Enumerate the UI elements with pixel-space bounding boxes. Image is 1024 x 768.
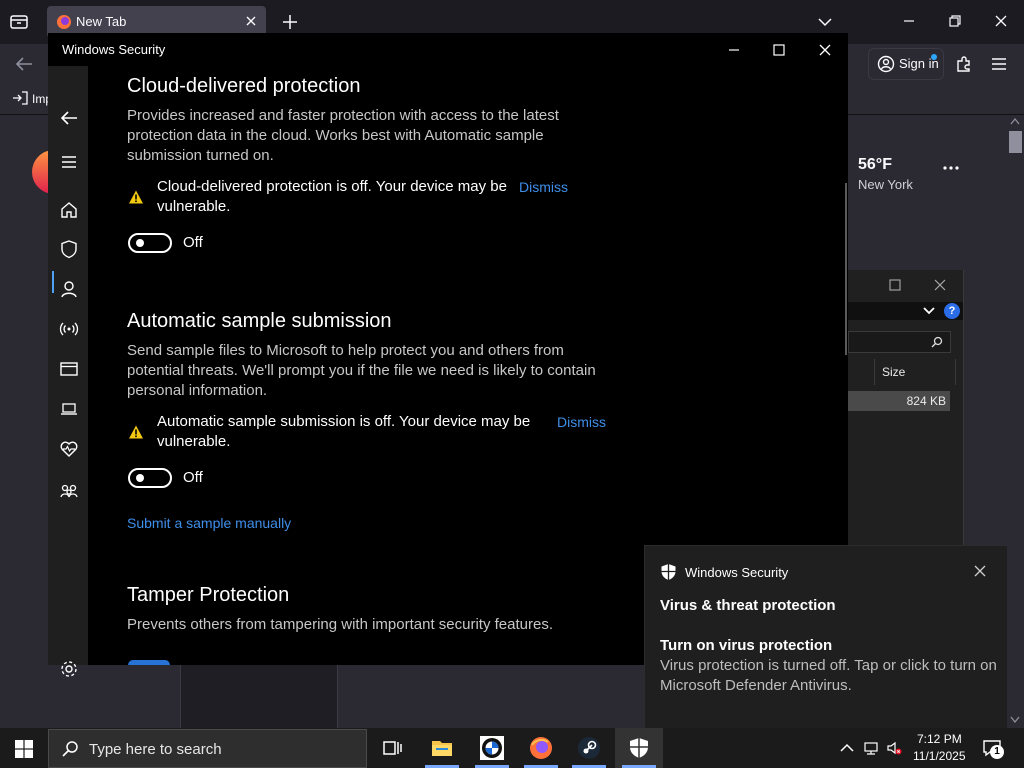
network-icon[interactable] xyxy=(863,740,879,756)
close-icon[interactable] xyxy=(816,41,834,59)
close-icon[interactable] xyxy=(933,278,947,292)
content-panel xyxy=(180,664,338,728)
shield-icon[interactable] xyxy=(58,238,80,260)
cloud-protection-warning: Cloud-delivered protection is off. Your … xyxy=(157,178,507,215)
speaker-muted-icon[interactable] xyxy=(886,740,902,756)
windows-security-icon[interactable] xyxy=(627,736,651,760)
scrollbar-thumb[interactable] xyxy=(1009,131,1022,153)
file-row[interactable]: 824 KB xyxy=(848,391,950,411)
navigation-rail xyxy=(48,66,88,677)
hamburger-menu-icon[interactable] xyxy=(58,151,80,173)
sign-in-button[interactable]: Sign in xyxy=(868,48,944,80)
health-heart-icon[interactable] xyxy=(58,438,80,460)
extensions-icon[interactable] xyxy=(955,55,973,73)
cloud-protection-heading: Cloud-delivered protection xyxy=(127,75,361,97)
submit-sample-manually-link[interactable]: Submit a sample manually xyxy=(127,515,291,531)
page-scrollbar[interactable] xyxy=(1006,115,1024,728)
scroll-up-icon[interactable] xyxy=(1010,117,1020,125)
windows-start-icon[interactable] xyxy=(14,739,34,759)
file-explorer-window: ? Size 824 KB xyxy=(848,270,964,548)
tamper-protection-toggle[interactable] xyxy=(128,660,170,665)
back-arrow-icon[interactable] xyxy=(14,55,34,73)
search-placeholder: Type here to search xyxy=(89,741,222,758)
clock-time[interactable]: 7:12 PM xyxy=(917,732,962,746)
close-icon[interactable] xyxy=(992,12,1010,30)
chevron-up-icon[interactable] xyxy=(839,740,855,756)
maximize-icon[interactable] xyxy=(888,278,902,292)
sample-submission-description: Send sample files to Microsoft to help p… xyxy=(127,342,596,399)
wireless-network-icon[interactable] xyxy=(58,318,80,340)
help-icon[interactable]: ? xyxy=(944,303,960,319)
toast-notification[interactable]: Windows Security Virus & threat protecti… xyxy=(644,545,1007,729)
account-icon[interactable] xyxy=(58,278,80,300)
minimize-icon[interactable] xyxy=(900,12,918,30)
close-tab-icon[interactable] xyxy=(243,13,259,29)
maximize-icon[interactable] xyxy=(770,41,788,59)
warning-icon xyxy=(128,424,144,440)
account-icon xyxy=(877,55,895,73)
tamper-protection-description: Prevents others from tampering with impo… xyxy=(127,616,554,633)
import-icon[interactable] xyxy=(12,91,28,105)
selected-indicator xyxy=(52,271,54,293)
taskbar-search-box[interactable]: Type here to search xyxy=(48,729,367,768)
bmw-app-icon[interactable] xyxy=(480,736,504,760)
dismiss-cloud-warning-link[interactable]: Dismiss xyxy=(519,179,568,195)
weather-location: New York xyxy=(858,177,913,192)
settings-gear-icon[interactable] xyxy=(58,658,80,680)
more-options-icon[interactable] xyxy=(941,164,961,172)
sample-submission-heading: Automatic sample submission xyxy=(127,310,392,332)
sample-toggle-state: Off xyxy=(183,469,203,486)
toast-body: Virus protection is turned off. Tap or c… xyxy=(660,657,997,694)
warning-icon xyxy=(128,189,144,205)
search-icon xyxy=(931,336,943,348)
steam-icon[interactable] xyxy=(577,736,601,760)
search-icon xyxy=(61,740,79,758)
column-header-size[interactable]: Size xyxy=(874,359,956,385)
notification-count-badge: 1 xyxy=(990,745,1004,759)
dismiss-sample-warning-link[interactable]: Dismiss xyxy=(557,414,606,430)
weather-temperature: 56°F xyxy=(858,156,892,173)
window-title: Windows Security xyxy=(62,42,166,57)
search-field[interactable] xyxy=(848,331,951,353)
restore-icon[interactable] xyxy=(946,12,964,30)
cloud-protection-toggle[interactable] xyxy=(128,233,172,253)
file-size: 824 KB xyxy=(906,394,946,408)
toggle-knob xyxy=(136,239,144,247)
toast-title: Turn on virus protection xyxy=(660,637,833,654)
laptop-icon[interactable] xyxy=(58,398,80,420)
task-view-icon[interactable] xyxy=(380,736,404,760)
chevron-down-icon[interactable] xyxy=(923,306,935,316)
tamper-protection-heading: Tamper Protection xyxy=(127,584,290,606)
file-explorer-icon[interactable] xyxy=(430,736,454,760)
sample-submission-warning: Automatic sample submission is off. Your… xyxy=(157,413,531,450)
cloud-toggle-state: Off xyxy=(183,234,203,251)
sample-submission-toggle[interactable] xyxy=(128,468,172,488)
list-all-tabs-icon[interactable] xyxy=(8,12,32,34)
toggle-knob xyxy=(136,474,144,482)
window-scrollbar[interactable] xyxy=(845,183,847,355)
firefox-icon[interactable] xyxy=(529,736,553,760)
family-icon[interactable] xyxy=(58,480,80,502)
cloud-protection-description: Provides increased and faster protection… xyxy=(127,107,559,164)
notification-dot xyxy=(931,54,937,60)
home-icon[interactable] xyxy=(58,199,80,221)
scroll-down-icon[interactable] xyxy=(1010,716,1020,724)
taskbar: Type here to search 7:12 PM 11/1/2025 1 xyxy=(0,728,1024,768)
column-label: Size xyxy=(882,365,906,379)
shield-icon xyxy=(660,563,677,581)
firefox-icon xyxy=(56,14,72,30)
clock-date[interactable]: 11/1/2025 xyxy=(913,749,966,763)
new-tab-icon[interactable] xyxy=(281,13,299,31)
app-browser-icon[interactable] xyxy=(58,358,80,380)
close-icon[interactable] xyxy=(972,563,988,579)
chevron-down-icon[interactable] xyxy=(817,14,833,30)
tab-title: New Tab xyxy=(76,14,127,29)
hamburger-menu-icon[interactable] xyxy=(990,56,1008,72)
back-arrow-icon[interactable] xyxy=(58,107,80,129)
toast-heading: Virus & threat protection xyxy=(660,597,836,614)
minimize-icon[interactable] xyxy=(725,41,743,59)
toast-app-name: Windows Security xyxy=(685,565,789,580)
